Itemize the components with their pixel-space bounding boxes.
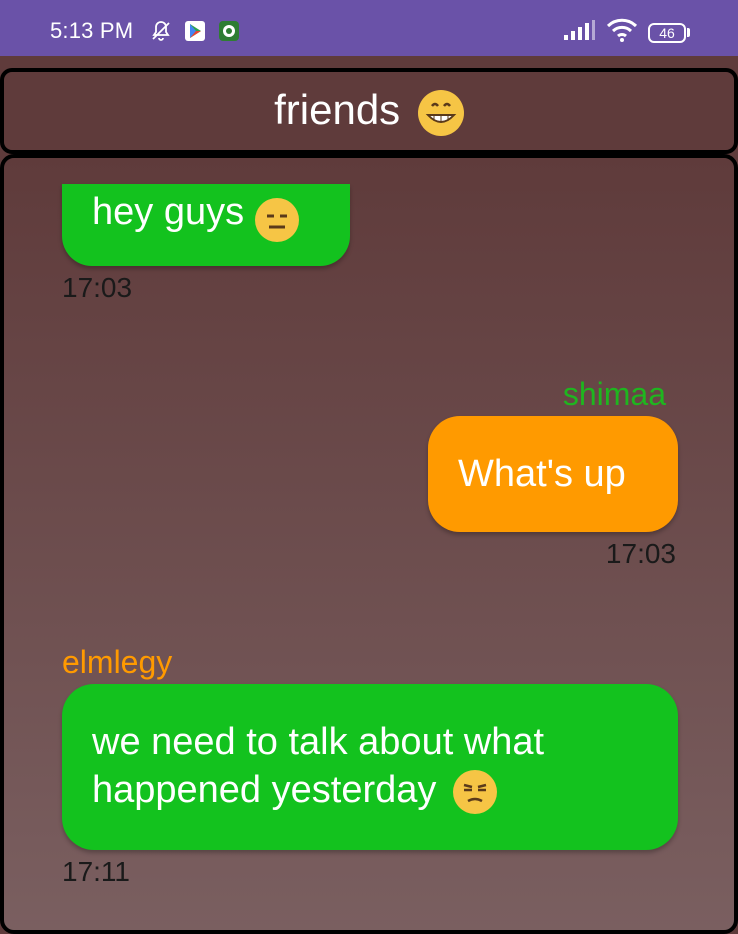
battery-icon: 46	[648, 22, 690, 43]
status-time: 5:13 PM	[50, 18, 134, 43]
play-store-icon	[182, 18, 208, 44]
chat-header: friends	[0, 68, 738, 154]
status-icons-right: 46	[562, 18, 690, 47]
message-time: 17:03	[605, 538, 676, 569]
sender-name: shimaa	[562, 376, 666, 412]
chat-title: friends	[274, 86, 464, 136]
sender-name: elmlegy	[62, 644, 173, 680]
message-bubble[interactable]: hey guys	[62, 184, 350, 266]
status-bar: 5:13 PM 46	[0, 0, 738, 56]
status-icons-left	[148, 18, 242, 44]
message-bubble[interactable]: we need to talk about what happened yest…	[62, 684, 678, 850]
message-list[interactable]: hey guys 17:03 shimaa What's up 17:03 el…	[0, 154, 738, 934]
signal-icon	[562, 19, 596, 46]
message-time: 17:03	[62, 272, 133, 303]
message-time: 17:11	[62, 856, 130, 887]
battery-level: 46	[648, 22, 686, 43]
unamused-face-icon	[452, 769, 497, 814]
app-icon	[216, 18, 242, 44]
notifications-off-icon	[148, 18, 174, 44]
wifi-icon	[606, 18, 638, 47]
message-bubble[interactable]: What's up	[428, 416, 678, 532]
expressionless-face-icon	[254, 197, 299, 242]
grinning-face-icon	[417, 89, 464, 136]
